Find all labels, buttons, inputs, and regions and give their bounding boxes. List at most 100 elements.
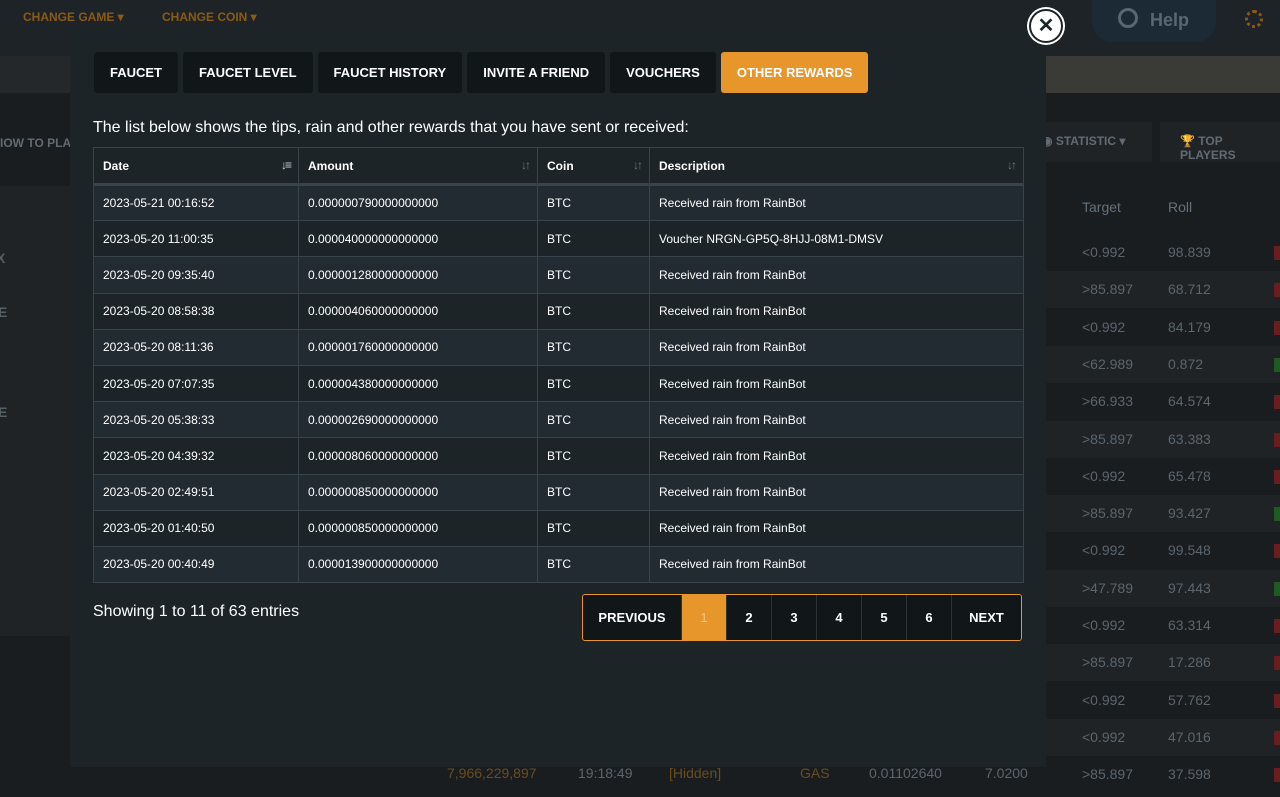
table-row: 2023-05-20 11:00:35 0.000040000000000000 B… — [93, 220, 1024, 258]
bg-roll: 97.443 — [1168, 579, 1211, 596]
previous-page-button[interactable]: PREVIOUS — [583, 595, 681, 640]
bg-roll: 17.286 — [1168, 654, 1211, 671]
change-game-menu[interactable]: CHANGE GAME ▾ — [23, 10, 124, 24]
bg-roll: 65.478 — [1168, 467, 1211, 484]
bg-bottom-amount: 0.01102640 — [869, 765, 942, 781]
bg-target: <0.992 — [1082, 318, 1126, 335]
tab-invite-a-friend[interactable]: INVITE A FRIEND — [467, 52, 606, 93]
bg-result-mark — [1274, 693, 1280, 708]
page-button-6[interactable]: 6 — [906, 595, 951, 640]
bg-bottom-payout: 7.0200 — [985, 765, 1028, 781]
description-cell: Received rain from RainBot — [649, 401, 1024, 439]
coin-cell: BTC — [537, 364, 650, 403]
sort-desc-icon: ↓≡ — [280, 158, 292, 172]
table-row: 2023-05-20 04:39:32 0.000008060000000000 B… — [93, 437, 1024, 475]
statistic-tab[interactable]: ◉ STATISTIC ▾ — [1042, 134, 1125, 148]
bg-target: >85.897 — [1082, 654, 1133, 671]
amount-cell: 0.000001760000000000 — [298, 328, 538, 366]
date-cell: 2023-05-20 09:35:40 — [93, 256, 299, 294]
page-button-3[interactable]: 3 — [771, 595, 816, 640]
coin-cell: BTC — [537, 292, 650, 330]
amount-cell: 0.000008060000000000 — [298, 437, 538, 475]
tab-faucet-level[interactable]: FAUCET LEVEL — [183, 52, 313, 93]
description-cell: Received rain from RainBot — [649, 292, 1024, 330]
bg-roll: 63.383 — [1168, 430, 1211, 447]
next-page-button[interactable]: NEXT — [951, 595, 1021, 640]
tab-faucet-history[interactable]: FAUCET HISTORY — [317, 52, 463, 93]
bg-bet-row: >85.897 63.383 — [1046, 420, 1280, 458]
chat-icon — [1118, 8, 1138, 28]
bg-bet-row: >85.897 17.286 — [1046, 644, 1280, 682]
date-cell: 2023-05-20 01:40:50 — [93, 509, 299, 547]
top-players-tab[interactable]: 🏆 TOP PLAYERS — [1180, 134, 1280, 162]
tab-vouchers[interactable]: VOUCHERS — [610, 52, 716, 93]
bg-bottom-coin: GAS — [800, 765, 830, 781]
table-row: 2023-05-20 05:38:33 0.000002690000000000 B… — [93, 401, 1024, 439]
tab-other-rewards[interactable]: OTHER REWARDS — [720, 52, 869, 93]
bg-header-target: Target — [1082, 199, 1121, 215]
bg-left-button-3[interactable]: E — [0, 388, 29, 438]
page-button-2[interactable]: 2 — [726, 595, 771, 640]
bg-roll: 68.712 — [1168, 281, 1211, 298]
close-icon: ✕ — [1037, 15, 1055, 37]
rewards-table: Date ↓≡ Amount ↓↑ Coin ↓↑ Description ↓↑ 202… — [93, 147, 1024, 584]
bg-left-button-1[interactable]: X — [0, 234, 29, 284]
close-button[interactable]: ✕ — [1029, 9, 1063, 43]
bg-result-mark — [1274, 469, 1280, 484]
description-cell: Received rain from RainBot — [649, 437, 1024, 475]
settings-gear-icon[interactable] — [1245, 10, 1263, 28]
sort-icon: ↓↑ — [1007, 158, 1017, 172]
amount-cell: 0.000000790000000000 — [298, 183, 538, 222]
bg-bet-row: >66.933 64.574 — [1046, 383, 1280, 420]
page-button-1[interactable]: 1 — [681, 595, 726, 640]
sort-icon: ↓↑ — [521, 158, 531, 172]
bg-target: <0.992 — [1082, 467, 1126, 484]
coin-cell: BTC — [537, 328, 650, 366]
bg-bet-row: <0.992 63.314 — [1046, 607, 1280, 644]
coin-cell: BTC — [537, 545, 650, 584]
bg-result-mark — [1274, 395, 1280, 410]
coin-cell: BTC — [537, 437, 650, 475]
description-cell: Received rain from RainBot — [649, 545, 1024, 584]
bg-bet-row: >85.897 68.712 — [1046, 271, 1280, 309]
bg-bet-row: <0.992 84.179 — [1046, 309, 1280, 346]
table-row: 2023-05-20 09:35:40 0.000001280000000000 B… — [93, 256, 1024, 294]
bg-bet-row: <0.992 65.478 — [1046, 458, 1280, 495]
column-header-description[interactable]: Description ↓↑ — [649, 147, 1024, 186]
bg-result-mark — [1274, 544, 1280, 559]
bg-roll: 64.574 — [1168, 393, 1211, 410]
coin-cell: BTC — [537, 509, 650, 547]
bg-roll: 63.314 — [1168, 617, 1211, 633]
table-row: 2023-05-20 07:07:35 0.000004380000000000 B… — [93, 364, 1024, 403]
page-button-4[interactable]: 4 — [816, 595, 861, 640]
column-header-coin[interactable]: Coin ↓↑ — [537, 147, 650, 186]
bg-roll: 98.839 — [1168, 244, 1211, 260]
how-to-play-link[interactable]: IOW TO PLAY — [0, 136, 78, 150]
description-cell: Received rain from RainBot — [649, 364, 1024, 403]
amount-cell: 0.000004380000000000 — [298, 364, 538, 403]
bg-roll: 93.427 — [1168, 505, 1211, 522]
coin-cell: BTC — [537, 473, 650, 511]
table-row: 2023-05-20 08:11:36 0.000001760000000000 B… — [93, 328, 1024, 366]
coin-cell: BTC — [537, 256, 650, 294]
change-coin-menu[interactable]: CHANGE COIN ▾ — [162, 10, 257, 24]
bg-roll: 84.179 — [1168, 318, 1211, 335]
bg-left-button-2[interactable]: E — [0, 288, 29, 338]
bg-result-mark — [1274, 656, 1280, 671]
tab-faucet[interactable]: FAUCET — [94, 52, 178, 93]
column-header-date[interactable]: Date ↓≡ — [93, 147, 299, 186]
column-header-amount[interactable]: Amount ↓↑ — [298, 147, 538, 186]
bg-roll: 37.598 — [1168, 766, 1211, 783]
description-cell: Received rain from RainBot — [649, 183, 1024, 222]
bg-bet-row: <0.992 98.839 — [1046, 234, 1280, 271]
bg-bet-row: <0.992 57.762 — [1046, 682, 1280, 719]
page-button-5[interactable]: 5 — [861, 595, 906, 640]
amount-cell: 0.000000850000000000 — [298, 509, 538, 547]
date-cell: 2023-05-20 08:58:38 — [93, 292, 299, 330]
help-button[interactable]: Help — [1092, 0, 1216, 42]
bg-roll: 99.548 — [1168, 542, 1211, 559]
bg-target: <0.992 — [1082, 728, 1126, 745]
bg-target: <0.992 — [1082, 617, 1126, 633]
bg-bet-row: <0.992 47.016 — [1046, 718, 1280, 756]
bg-result-mark — [1274, 357, 1280, 372]
